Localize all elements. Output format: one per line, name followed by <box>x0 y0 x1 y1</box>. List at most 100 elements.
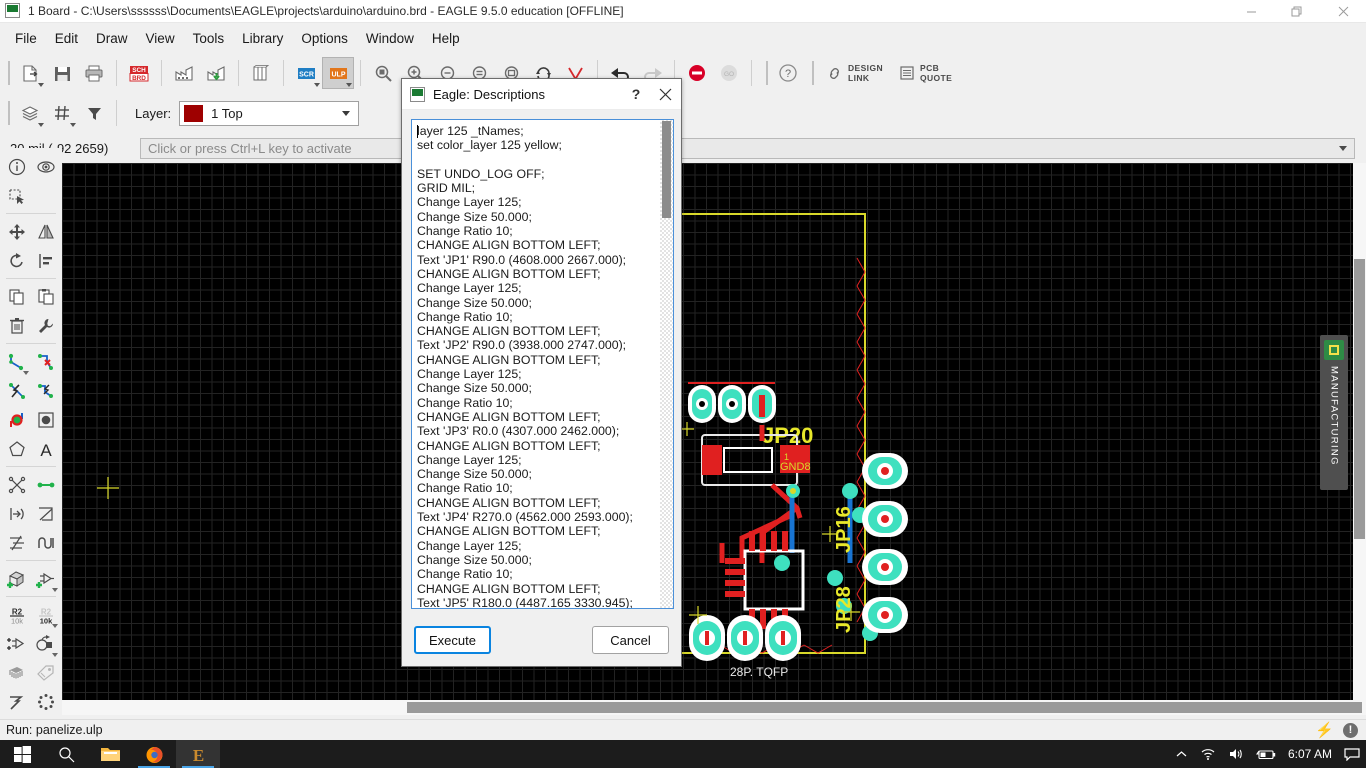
exclamation-icon[interactable]: ! <box>1343 722 1358 738</box>
toolbar-grip-3[interactable] <box>812 61 814 85</box>
filter-icon[interactable] <box>79 98 109 128</box>
help-icon[interactable]: ? <box>773 58 803 88</box>
replace-value-tool-icon[interactable]: R2 10k <box>2 600 31 629</box>
menu-options[interactable]: Options <box>292 27 357 50</box>
menu-edit[interactable]: Edit <box>46 27 87 50</box>
taskbar-eagle-button[interactable]: E <box>176 740 220 768</box>
go-icon[interactable]: GO <box>714 58 744 88</box>
textarea-vertical-scrollbar[interactable] <box>660 120 673 608</box>
info-tool-icon[interactable] <box>2 152 31 181</box>
hole-tool-icon[interactable] <box>31 405 60 434</box>
change-tool-icon[interactable] <box>31 311 60 340</box>
maximize-button[interactable] <box>1274 0 1320 23</box>
chevron-down-icon[interactable] <box>342 111 351 116</box>
lock-part-tool-icon[interactable] <box>31 629 60 658</box>
chevron-down-icon[interactable] <box>314 83 320 87</box>
canvas-vertical-scrollbar[interactable] <box>1353 163 1366 700</box>
meander-tool-icon[interactable] <box>31 499 60 528</box>
design-rules-tool-icon[interactable] <box>2 687 31 716</box>
taskbar-explorer-button[interactable] <box>88 740 132 768</box>
copy-tool-icon[interactable] <box>2 282 31 311</box>
autoroute-tool-icon[interactable] <box>2 376 31 405</box>
taskbar-start-button[interactable] <box>0 740 44 768</box>
ripup-tool-icon[interactable] <box>31 347 60 376</box>
wire-tool-icon[interactable] <box>31 470 60 499</box>
manufacturing-tab[interactable]: MANUFACTURING <box>1320 335 1348 490</box>
errors-tool-icon[interactable] <box>31 687 60 716</box>
notification-icon[interactable] <box>1344 747 1360 761</box>
mirror-tool-icon[interactable] <box>31 217 60 246</box>
add-part-tool-icon[interactable] <box>31 564 60 593</box>
menu-window[interactable]: Window <box>357 27 423 50</box>
ulp-icon[interactable]: ULP <box>322 57 354 89</box>
chevron-down-icon[interactable] <box>52 624 58 628</box>
chevron-down-icon[interactable] <box>52 588 58 592</box>
attribute-tool-icon[interactable] <box>31 658 60 687</box>
dimension-tool-icon[interactable] <box>2 528 31 557</box>
add-package-tool-icon[interactable] <box>2 564 31 593</box>
signal-tool-icon[interactable] <box>31 528 60 557</box>
chevron-down-icon[interactable] <box>38 83 44 87</box>
command-input[interactable]: Click or press Ctrl+L key to activate <box>140 137 1355 159</box>
ratsnest-tool-icon[interactable] <box>31 376 60 405</box>
toolbar-grip[interactable] <box>8 61 10 85</box>
pcb-quote-button[interactable]: PCB QUOTE <box>891 58 960 88</box>
route-tool-icon[interactable] <box>2 347 31 376</box>
package-variant-tool-icon[interactable] <box>2 658 31 687</box>
scrollbar-thumb[interactable] <box>1354 259 1365 539</box>
align-tool-icon[interactable] <box>31 246 60 275</box>
via-tool-icon[interactable] <box>2 405 31 434</box>
minimize-button[interactable] <box>1228 0 1274 23</box>
design-link-button[interactable]: DESIGN LINK <box>818 58 891 88</box>
grid-icon[interactable] <box>47 98 77 128</box>
library-icon[interactable] <box>246 58 276 88</box>
mitre-tool-icon[interactable] <box>2 499 31 528</box>
taskbar-search-button[interactable] <box>44 740 88 768</box>
delete-tool-icon[interactable] <box>2 311 31 340</box>
chevron-down-icon[interactable] <box>346 83 352 87</box>
chevron-up-icon[interactable] <box>1175 748 1188 761</box>
canvas-horizontal-scrollbar[interactable] <box>62 700 1366 715</box>
menu-file[interactable]: File <box>6 27 46 50</box>
battery-icon[interactable] <box>1255 748 1276 761</box>
save-icon[interactable] <box>47 58 77 88</box>
layer-settings-icon[interactable] <box>15 98 45 128</box>
toolbar-grip-2[interactable] <box>766 61 768 85</box>
wifi-icon[interactable] <box>1200 747 1216 761</box>
switch-sch-brd-icon[interactable]: SCH BRD <box>124 58 154 88</box>
split-tool-icon[interactable] <box>2 470 31 499</box>
chevron-down-icon[interactable] <box>1339 146 1347 151</box>
volume-icon[interactable] <box>1228 747 1244 761</box>
rotate-tool-icon[interactable] <box>2 246 31 275</box>
name-value-tool-icon[interactable]: R2 10k <box>31 600 60 629</box>
scrollbar-thumb[interactable] <box>407 702 1362 713</box>
menu-library[interactable]: Library <box>233 27 292 50</box>
group-tool-icon[interactable] <box>2 181 31 210</box>
menu-tools[interactable]: Tools <box>184 27 234 50</box>
chevron-down-icon[interactable] <box>23 371 29 375</box>
generate-manufacturing-icon[interactable] <box>201 58 231 88</box>
text-tool-icon[interactable]: A <box>31 434 60 463</box>
execute-button[interactable]: Execute <box>414 626 491 654</box>
show-tool-icon[interactable] <box>31 152 60 181</box>
menu-help[interactable]: Help <box>423 27 469 50</box>
dialog-help-button[interactable]: ? <box>623 81 649 107</box>
taskbar-clock[interactable]: 6:07 AM <box>1288 747 1332 761</box>
open-file-icon[interactable] <box>15 58 45 88</box>
paste-tool-icon[interactable] <box>31 282 60 311</box>
stop-icon[interactable] <box>682 58 712 88</box>
polygon-tool-icon[interactable] <box>2 434 31 463</box>
pcb-canvas[interactable]: JP20 1 GND8 28P. TQFP JP16 JP28 MANUFACT… <box>62 163 1366 715</box>
layer-toolbar-grip[interactable] <box>8 101 10 125</box>
cam-processor-icon[interactable] <box>169 58 199 88</box>
dialog-close-button[interactable] <box>649 79 681 110</box>
script-textarea[interactable]: layer 125 _tNames; set color_layer 125 y… <box>411 119 674 609</box>
script-icon[interactable]: SCR <box>291 58 321 88</box>
taskbar-firefox-button[interactable] <box>132 740 176 768</box>
script-text-content[interactable]: layer 125 _tNames; set color_layer 125 y… <box>412 120 660 608</box>
menu-view[interactable]: View <box>137 27 184 50</box>
move-tool-icon[interactable] <box>2 217 31 246</box>
copy-part-tool-icon[interactable] <box>2 629 31 658</box>
cancel-button[interactable]: Cancel <box>592 626 669 654</box>
print-icon[interactable] <box>79 58 109 88</box>
